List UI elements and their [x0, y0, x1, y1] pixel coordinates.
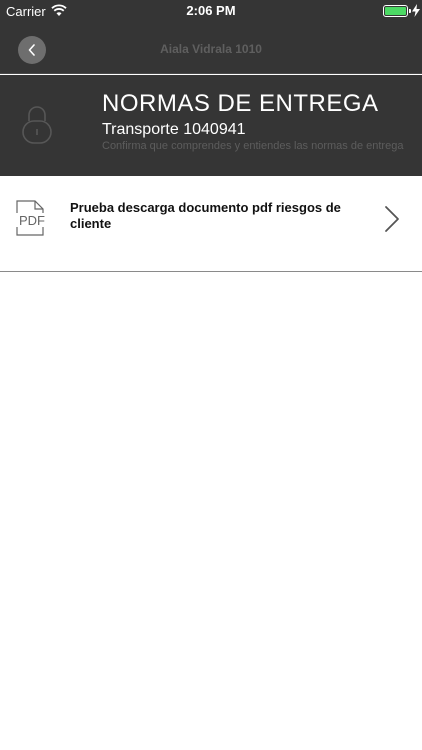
pdf-icon-text: PDF	[19, 213, 45, 228]
status-bar: Carrier 2:06 PM	[0, 0, 422, 22]
header-description: Confirma que comprendes y entiendes las …	[102, 140, 404, 152]
transport-number: Transporte 1040941	[102, 121, 246, 138]
lock-icon	[22, 106, 52, 144]
navigation-bar: Aiala Vidrala 1010	[0, 22, 422, 74]
clock: 2:06 PM	[186, 3, 236, 18]
battery-tip	[409, 9, 411, 13]
chevron-right-icon	[385, 206, 399, 232]
section-header: NORMAS DE ENTREGA Transporte 1040941 Con…	[0, 75, 422, 176]
charging-bolt-icon	[412, 4, 420, 17]
battery-icon	[383, 5, 408, 17]
document-list-item[interactable]: PDF Prueba descarga documento pdf riesgo…	[0, 176, 422, 272]
nav-title: Aiala Vidrala 1010	[160, 42, 262, 56]
pdf-icon: PDF	[15, 200, 49, 236]
document-label: Prueba descarga documento pdf riesgos de…	[70, 200, 341, 231]
page-title: NORMAS DE ENTREGA	[102, 90, 379, 117]
